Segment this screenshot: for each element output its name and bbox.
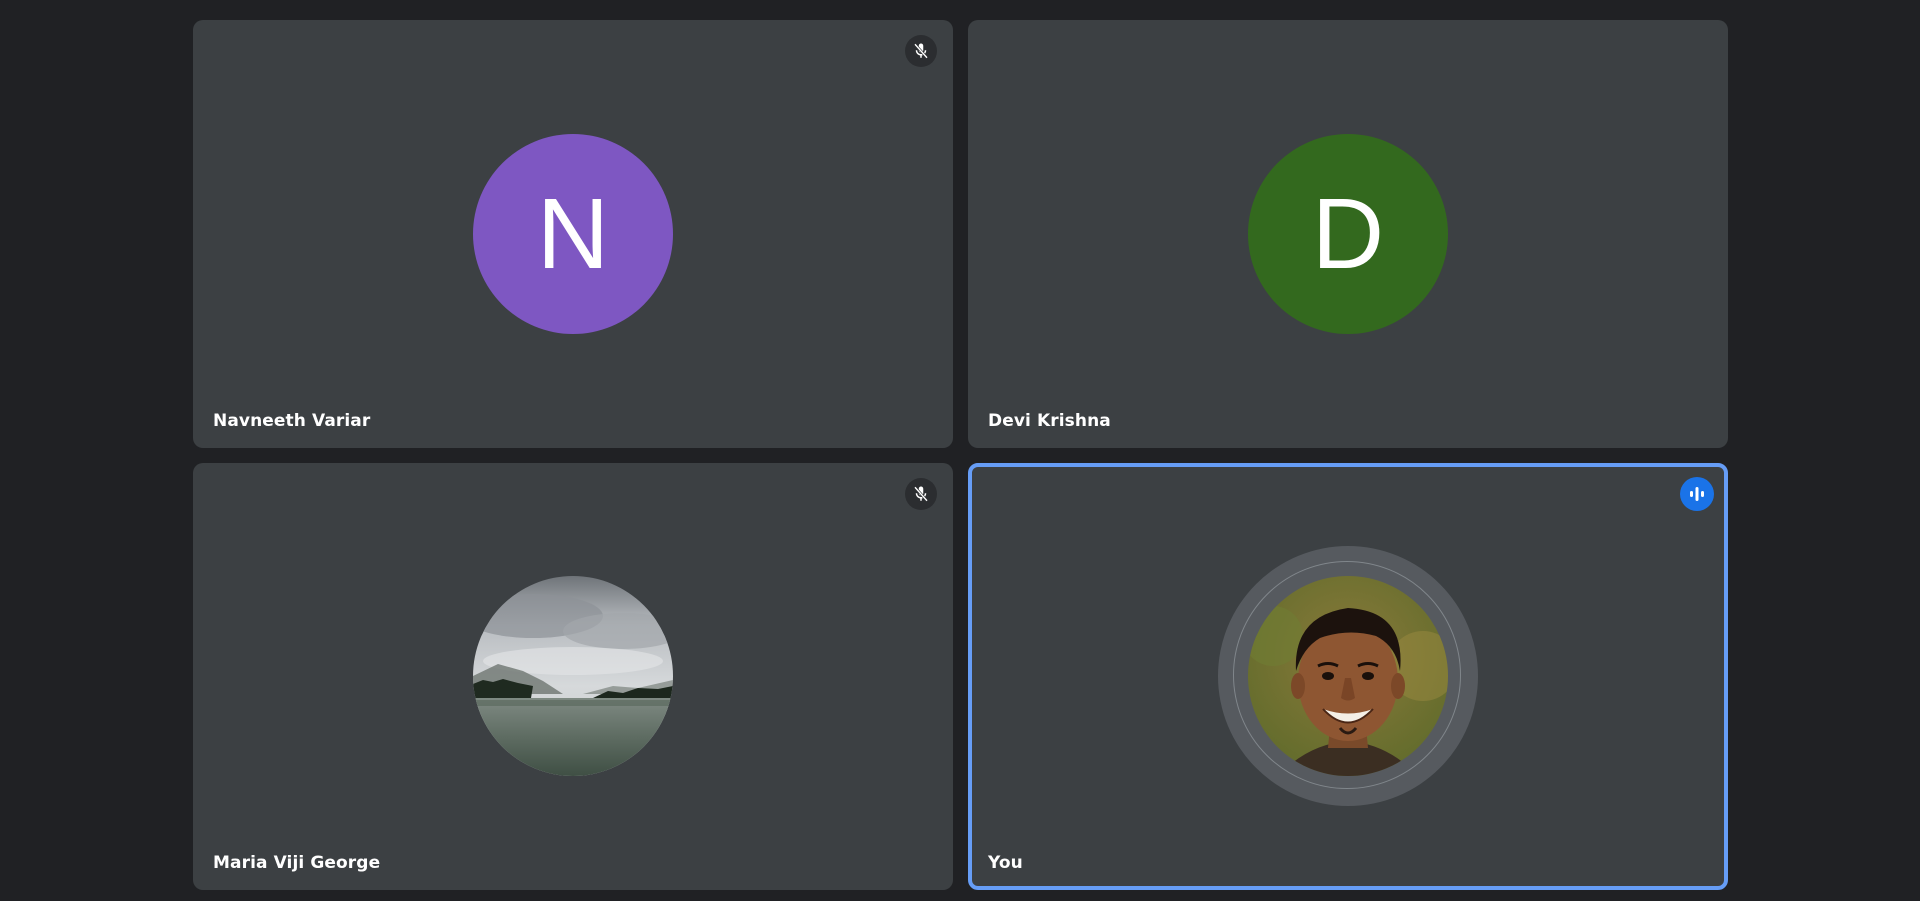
mic-off-icon xyxy=(905,478,937,510)
participant-name: You xyxy=(988,853,1023,873)
landscape-photo xyxy=(473,576,673,776)
participant-name: Navneeth Variar xyxy=(213,411,371,431)
avatar: D xyxy=(1248,134,1448,334)
meeting-grid: N Navneeth Variar D Devi Krishna Maria V… xyxy=(0,0,1920,901)
avatar: N xyxy=(473,134,673,334)
avatar xyxy=(473,576,673,776)
audio-level-icon xyxy=(1680,477,1714,511)
participant-tile-navneeth[interactable]: N Navneeth Variar xyxy=(193,20,953,448)
mic-off-icon xyxy=(905,35,937,67)
participant-name: Devi Krishna xyxy=(988,411,1111,431)
participant-tile-maria[interactable]: Maria Viji George xyxy=(193,463,953,890)
avatar xyxy=(1248,576,1448,776)
participant-tile-you[interactable]: You xyxy=(968,463,1728,890)
participant-tile-devi[interactable]: D Devi Krishna xyxy=(968,20,1728,448)
profile-photo xyxy=(1248,576,1448,776)
participant-name: Maria Viji George xyxy=(213,853,381,873)
